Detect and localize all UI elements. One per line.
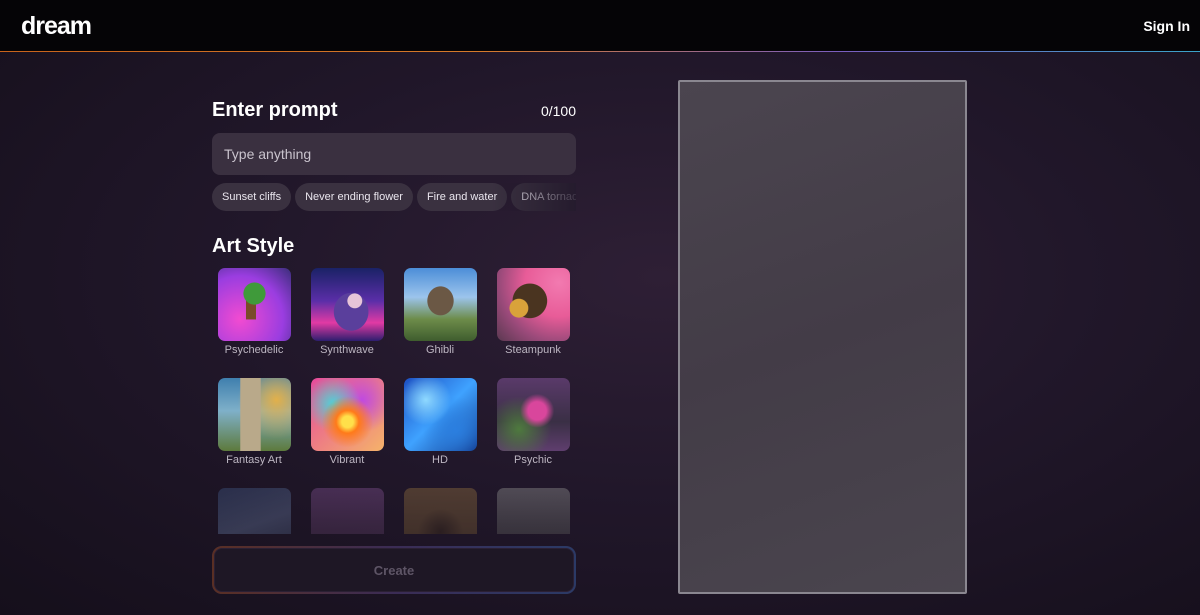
style-label: Ghibli bbox=[425, 344, 455, 356]
style-option-psychedelic[interactable]: Psychedelic bbox=[214, 268, 294, 356]
style-option[interactable] bbox=[307, 488, 387, 534]
fantasy-art-thumbnail bbox=[217, 378, 291, 451]
art-style-title: Art Style bbox=[212, 235, 295, 257]
top-bar: dream Sign In bbox=[0, 0, 1200, 52]
style-option-ghibli[interactable]: Ghibli bbox=[400, 268, 480, 356]
prompt-title: Enter prompt bbox=[212, 99, 338, 121]
steampunk-thumbnail bbox=[496, 268, 570, 341]
style-option-fantasy-art[interactable]: Fantasy Art bbox=[214, 378, 294, 466]
suggestion-chip-fire-and-water[interactable]: Fire and water bbox=[416, 183, 508, 211]
style-option-synthwave[interactable]: Synthwave bbox=[307, 268, 387, 356]
style-option[interactable] bbox=[214, 488, 294, 534]
style-label: Synthwave bbox=[320, 344, 374, 356]
suggestion-chip-never-ending-flower[interactable]: Never ending flower bbox=[295, 183, 413, 211]
style-option[interactable] bbox=[400, 488, 480, 534]
psychic-thumbnail bbox=[496, 378, 570, 451]
create-panel: Enter prompt 0/100 Type anything Sunset … bbox=[212, 52, 576, 615]
suggestion-chip-dna-tornado[interactable]: DNA tornado bbox=[511, 183, 576, 211]
dream-logo[interactable]: dream bbox=[21, 12, 92, 41]
image-preview-canvas bbox=[678, 80, 967, 594]
style-thumbnail bbox=[496, 488, 570, 534]
suggestion-chip-sunset-cliffs[interactable]: Sunset cliffs bbox=[212, 183, 292, 211]
style-label: Fantasy Art bbox=[226, 454, 282, 466]
style-label: Vibrant bbox=[329, 454, 365, 466]
synthwave-thumbnail bbox=[310, 268, 384, 341]
hd-thumbnail bbox=[403, 378, 477, 451]
style-thumbnail bbox=[403, 488, 477, 534]
create-button[interactable]: Create bbox=[212, 546, 576, 594]
style-option-psychic[interactable]: Psychic bbox=[493, 378, 573, 466]
prompt-suggestions: Sunset cliffs Never ending flower Fire a… bbox=[212, 183, 576, 211]
style-label: Psychic bbox=[514, 454, 552, 466]
psychedelic-thumbnail bbox=[217, 268, 291, 341]
style-option[interactable] bbox=[493, 488, 573, 534]
style-option-steampunk[interactable]: Steampunk bbox=[493, 268, 573, 356]
style-thumbnail bbox=[310, 488, 384, 534]
vibrant-thumbnail bbox=[310, 378, 384, 451]
character-counter: 0/100 bbox=[540, 103, 576, 119]
style-label: Steampunk bbox=[505, 344, 561, 356]
prompt-input[interactable]: Type anything bbox=[212, 133, 576, 175]
art-style-grid: Psychedelic Synthwave Ghibli Steampunk F… bbox=[212, 268, 576, 534]
style-option-hd[interactable]: HD bbox=[400, 378, 480, 466]
style-thumbnail bbox=[217, 488, 291, 534]
sign-in-button[interactable]: Sign In bbox=[1143, 12, 1190, 40]
style-label: HD bbox=[432, 454, 448, 466]
ghibli-thumbnail bbox=[403, 268, 477, 341]
style-label: Psychedelic bbox=[224, 344, 284, 356]
prompt-header: Enter prompt 0/100 bbox=[212, 99, 576, 122]
style-option-vibrant[interactable]: Vibrant bbox=[307, 378, 387, 466]
